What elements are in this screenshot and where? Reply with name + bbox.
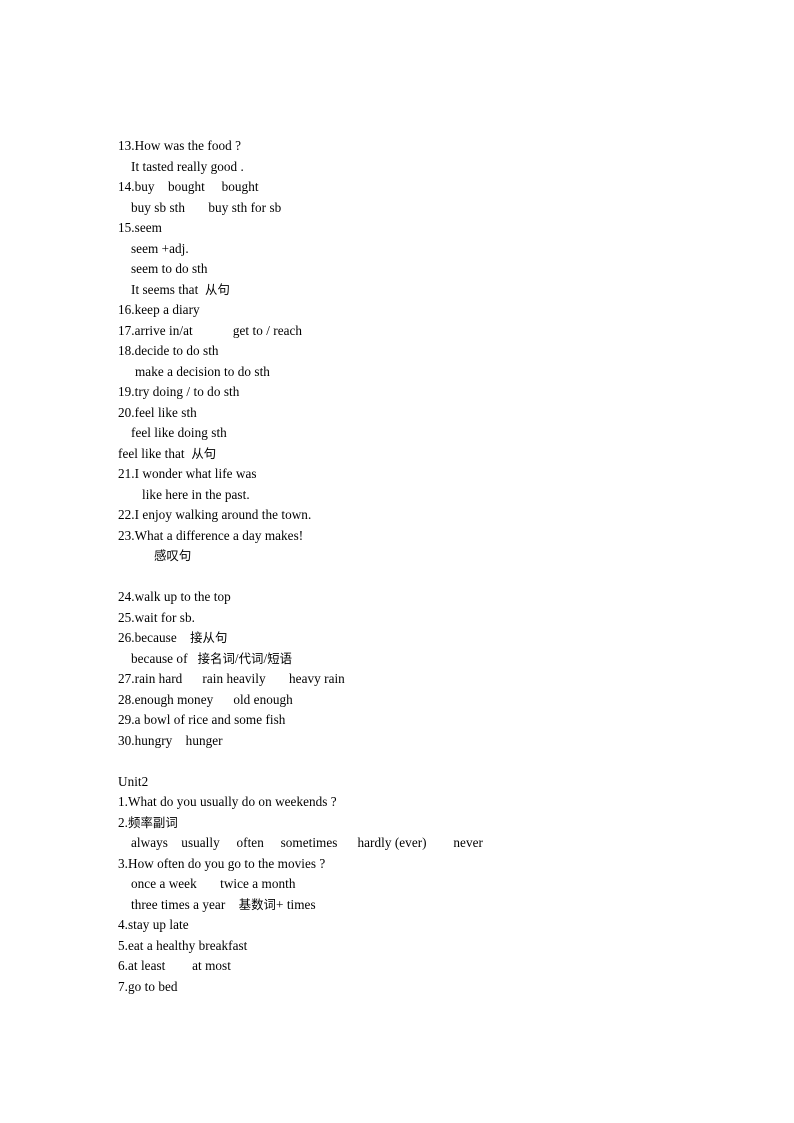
latin-run: 2. <box>118 814 128 830</box>
text-line: 6.at least at most <box>118 958 231 973</box>
text-line: 2.频率副词 <box>118 813 718 834</box>
text-line: 16.keep a diary <box>118 302 200 317</box>
text-line: 22.I enjoy walking around the town. <box>118 507 312 522</box>
cjk-run: 基数词 <box>238 896 276 912</box>
text-line: 26.because 接从句 <box>118 628 718 649</box>
document-text-body: 13.How was the food ? It tasted really go… <box>118 136 718 997</box>
text-line: buy sb sth buy sth for sb <box>131 199 282 215</box>
text-line: feel like that 从句 <box>118 444 718 465</box>
text-line: once a week twice a month <box>131 876 296 891</box>
cjk-run: 接名词 <box>197 650 235 666</box>
text-line: like here in the past. <box>142 486 250 502</box>
text-line: 29.a bowl of rice and some fish <box>118 712 286 727</box>
cjk-run: 感叹句 <box>154 548 192 563</box>
text-line: 27.rain hard rain heavily heavy rain <box>118 671 345 686</box>
text-line: 4.stay up late <box>118 917 189 932</box>
text-line: 25.wait for sb. <box>118 609 195 625</box>
text-line: 21.I wonder what life was <box>118 466 257 481</box>
text-line: seem +adj. <box>131 240 189 256</box>
text-line: 5.eat a healthy breakfast <box>118 937 248 953</box>
text-line: 13.How was the food ? <box>118 138 242 153</box>
text-line: make a decision to do sth <box>135 363 270 379</box>
text-line: 17.arrive in/at get to / reach <box>118 322 303 338</box>
text-line: 24.walk up to the top <box>118 589 231 604</box>
text-line: 感叹句 <box>118 546 718 567</box>
text-line: 18.decide to do sth <box>118 343 219 358</box>
text-line: 28.enough money old enough <box>118 691 293 707</box>
latin-run: It seems that <box>131 281 205 297</box>
cjk-run: 代词 <box>238 650 264 666</box>
document-page: 13.How was the food ? It tasted really go… <box>0 0 794 1123</box>
text-line: 7.go to bed <box>118 978 178 994</box>
cjk-run: 从句 <box>191 445 217 461</box>
cjk-run: 频率副词 <box>128 814 178 830</box>
text-line: three times a year 基数词+ times <box>118 895 718 916</box>
text-line: It tasted really good . <box>131 158 244 174</box>
text-line: 15.seem <box>118 220 162 235</box>
text-line: 3.How often do you go to the movies ? <box>118 855 326 871</box>
text-line: 30.hungry hunger <box>118 732 223 748</box>
text-line: feel like doing sth <box>131 425 227 440</box>
text-line: 19.try doing / to do sth <box>118 384 240 399</box>
text-line: because of 接名词/代词/短语 <box>118 649 718 670</box>
cjk-run: 接从句 <box>190 630 228 645</box>
latin-run: feel like that <box>118 445 192 461</box>
latin-run: three times a year <box>131 896 239 912</box>
latin-run: 26.because <box>118 630 191 645</box>
text-line: seem to do sth <box>131 261 208 276</box>
text-line: 14.buy bought bought <box>118 179 259 194</box>
cjk-run: 短语 <box>267 650 293 666</box>
latin-run: + times <box>275 896 316 912</box>
text-line: 20.feel like sth <box>118 404 197 420</box>
cjk-run: 从句 <box>205 281 230 297</box>
text-line: 1.What do you usually do on weekends ? <box>118 794 337 809</box>
text-line: always usually often sometimes hardly (e… <box>131 835 483 850</box>
text-line: 23.What a difference a day makes! <box>118 527 304 543</box>
text-line: Unit2 <box>118 773 149 789</box>
latin-run: because of <box>131 650 198 666</box>
text-line: It seems that 从句 <box>118 280 718 301</box>
